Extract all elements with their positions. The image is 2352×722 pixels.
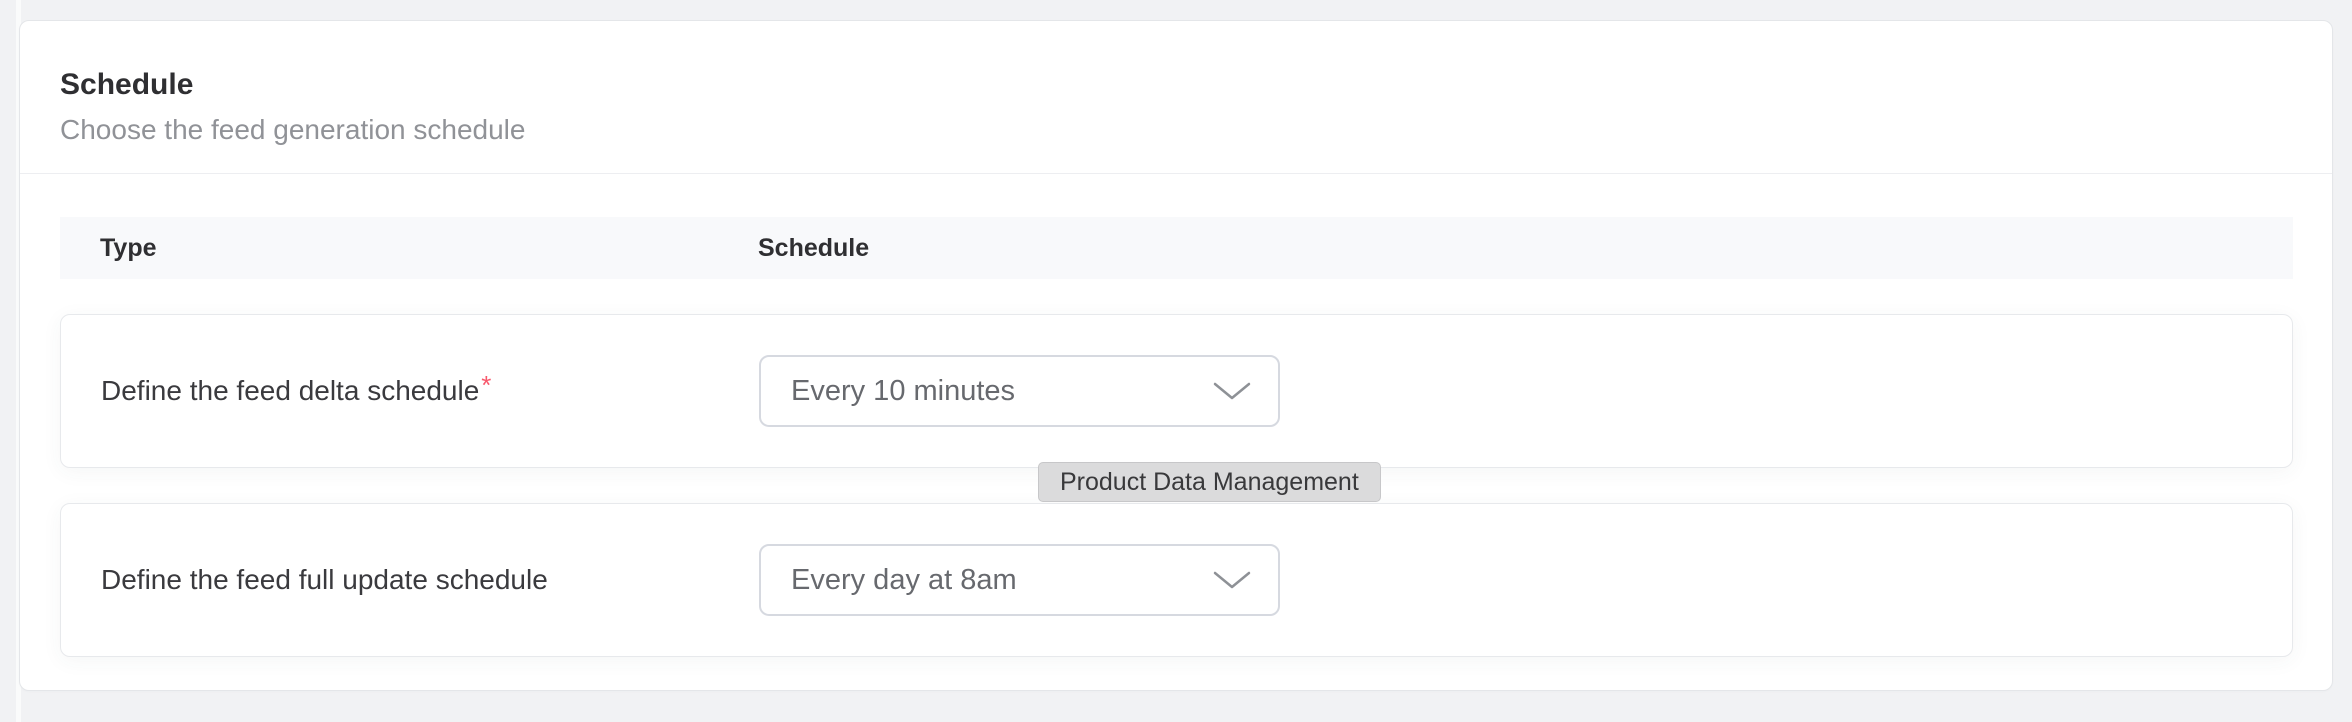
row-type-cell: Define the feed delta schedule* (101, 375, 759, 407)
table-header-row: Type Schedule (60, 217, 2293, 279)
row-schedule-cell: Every day at 8am (759, 544, 2292, 616)
row-label-full-update: Define the feed full update schedule (101, 564, 548, 595)
page-title: Schedule (60, 67, 2292, 103)
full-update-schedule-selected-value: Every day at 8am (791, 564, 1017, 597)
delta-schedule-dropdown[interactable]: Every 10 minutes (759, 355, 1280, 427)
row-label-delta: Define the feed delta schedule (101, 375, 479, 406)
schedule-panel: Schedule Choose the feed generation sche… (19, 20, 2333, 691)
row-schedule-cell: Every 10 minutes (759, 355, 2292, 427)
chevron-down-icon (1213, 571, 1251, 589)
page-subtitle: Choose the feed generation schedule (60, 113, 2292, 147)
table-row-delta-schedule: Define the feed delta schedule* Every 10… (60, 314, 2293, 468)
delta-schedule-selected-value: Every 10 minutes (791, 375, 1015, 408)
panel-body: Type Schedule Define the feed delta sche… (20, 217, 2332, 657)
row-type-cell: Define the feed full update schedule (101, 564, 759, 596)
column-header-type: Type (100, 234, 758, 263)
panel-header: Schedule Choose the feed generation sche… (20, 21, 2332, 174)
table-row-full-update-schedule: Define the feed full update schedule Eve… (60, 503, 2293, 657)
tooltip-product-data-management: Product Data Management (1038, 462, 1381, 502)
chevron-down-icon (1213, 382, 1251, 400)
column-header-schedule: Schedule (758, 234, 2293, 263)
required-asterisk: * (481, 370, 491, 400)
full-update-schedule-dropdown[interactable]: Every day at 8am (759, 544, 1280, 616)
